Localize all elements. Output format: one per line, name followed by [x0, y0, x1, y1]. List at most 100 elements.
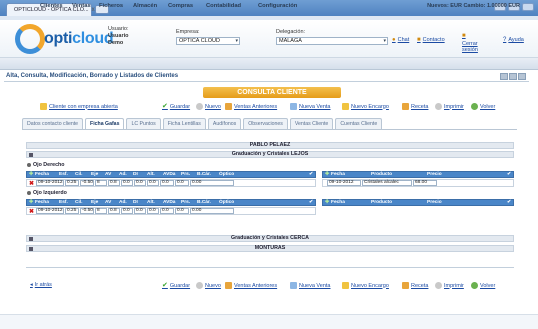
tab-lc-puntos[interactable]: LC Puntos — [126, 118, 161, 129]
cell-value[interactable]: 0.0 — [147, 180, 160, 186]
imprimir-button-bottom[interactable]: Imprimir — [435, 282, 464, 289]
close-window-button[interactable] — [522, 3, 534, 11]
cell-fecha[interactable]: 09-10-2012 — [36, 180, 65, 186]
ir-atras-link[interactable]: ◂ Ir atrás — [30, 282, 52, 288]
panel-restore-button[interactable] — [509, 73, 517, 80]
confirm-icon[interactable]: ✔ — [309, 200, 313, 205]
confirm-product-icon[interactable]: ✔ — [507, 200, 511, 205]
col-alt: Alt. — [147, 200, 155, 205]
delegacion-select[interactable]: MALAGA — [276, 37, 388, 45]
menu-compras[interactable]: Compras — [168, 3, 193, 9]
cell-value[interactable]: 0.0 — [175, 208, 190, 214]
tab-audifonos[interactable]: Audífonos — [207, 118, 242, 129]
section-lejos[interactable]: Graduación y Cristales LEJOS — [26, 151, 514, 158]
guardar-button[interactable]: ✔ Guardar — [162, 103, 190, 110]
cell-value[interactable]: 0.0 — [121, 180, 134, 186]
cell-fecha[interactable]: 09-10-2012 — [36, 208, 65, 214]
patient-name-bar: PABLO PELAEZ — [26, 142, 514, 149]
ventas-anteriores-button-bottom[interactable]: Ventas Anteriores — [225, 282, 277, 289]
cell-producto[interactable]: Cristales alcalec — [362, 180, 412, 186]
cell-value[interactable]: -0.50 — [80, 180, 95, 186]
nuevo-button-bottom[interactable]: Nuevo — [196, 282, 221, 289]
section-cerca[interactable]: Graduación y Cristales CERCA — [26, 235, 514, 242]
main-menu-bar — [0, 58, 538, 70]
receta-button[interactable]: Receta — [402, 103, 428, 110]
cell-optico[interactable]: 0.00 — [190, 208, 235, 214]
tab-observaciones[interactable]: Observaciones — [243, 118, 288, 129]
delete-row-icon[interactable]: ✖ — [29, 180, 34, 187]
add-row-icon[interactable]: ✚ — [29, 200, 33, 205]
menu-configuracion[interactable]: Configuración — [258, 3, 297, 9]
logo-ring-icon — [15, 24, 45, 54]
tab-datos-contacto[interactable]: Datos contacto cliente — [22, 118, 84, 129]
cell-value[interactable]: 0.8 — [108, 208, 121, 214]
cell-value[interactable]: -0.50 — [80, 208, 95, 214]
add-product-icon[interactable]: ✚ — [325, 172, 329, 177]
col-av: AV — [105, 200, 112, 205]
cell-value[interactable]: 0.0 — [175, 180, 190, 186]
cell-value[interactable]: 0.0 — [160, 180, 175, 186]
guardar-button-bottom[interactable]: ✔ Guardar — [162, 282, 190, 289]
empresa-select[interactable]: OPTICA CLOUD — [176, 37, 240, 45]
collapse-icon — [29, 153, 33, 157]
contacto-link[interactable]: ■ Contacto — [417, 37, 445, 43]
nuevo-button[interactable]: Nuevo — [196, 103, 221, 110]
menu-ventas[interactable]: Ventas — [72, 3, 91, 9]
cell-value[interactable]: 8 — [95, 208, 108, 214]
document-icon — [290, 103, 297, 110]
panel-close-button[interactable] — [518, 73, 526, 80]
col-ad: Ad. — [119, 172, 127, 177]
receta-button-bottom[interactable]: Receta — [402, 282, 428, 289]
confirm-product-icon[interactable]: ✔ — [507, 172, 511, 177]
col-eje: Eje — [91, 200, 99, 205]
new-icon — [196, 103, 203, 110]
cerrar-sesion-link[interactable]: ■ Cerrar sesión — [462, 33, 488, 53]
cell-optico[interactable]: 0.00 — [190, 180, 235, 186]
confirm-icon[interactable]: ✔ — [309, 172, 313, 177]
check-icon: ✔ — [162, 103, 168, 110]
cliente-empresa-link[interactable]: Cliente con empresa abierta — [40, 103, 118, 110]
volver-button-bottom[interactable]: Volver — [471, 282, 495, 289]
page-title: Alta, Consulta, Modificación, Borrado y … — [6, 73, 179, 79]
add-row-icon[interactable]: ✚ — [29, 172, 33, 177]
ventas-anteriores-button[interactable]: Ventas Anteriores — [225, 103, 277, 110]
menu-clientes[interactable]: Clientes — [40, 3, 63, 9]
table-row: ✖ 09-10-2012 0.25 -0.50 8 0.8 0.0 0.0 0.… — [26, 179, 316, 187]
tab-ventas-cliente[interactable]: Ventas Cliente — [289, 118, 334, 129]
col-esf: Esf. — [59, 172, 68, 177]
imprimir-button[interactable]: Imprimir — [435, 103, 464, 110]
chat-link[interactable]: ● Chat — [392, 37, 409, 43]
nueva-venta-button[interactable]: Nueva Venta — [290, 103, 331, 110]
menu-contabilidad[interactable]: Contabilidad — [206, 3, 241, 9]
col-cil: Cil. — [75, 172, 83, 177]
cell-value[interactable]: 0.0 — [121, 208, 134, 214]
nuevo-encargo-button[interactable]: Nuevo Encargo — [342, 103, 389, 110]
cell-value[interactable]: 0.0 — [147, 208, 160, 214]
add-product-icon[interactable]: ✚ — [325, 200, 329, 205]
cell-prod-fecha[interactable]: 09-10-2012 — [327, 180, 361, 186]
panel-minimize-button[interactable] — [500, 73, 508, 80]
section-monturas[interactable]: MONTURAS — [26, 245, 514, 252]
cell-precio[interactable]: 68.00 — [413, 180, 437, 186]
nueva-venta-button-bottom[interactable]: Nueva Venta — [290, 282, 331, 289]
cell-value[interactable]: 0.25 — [65, 180, 80, 186]
delete-row-icon[interactable]: ✖ — [29, 208, 34, 215]
volver-button[interactable]: Volver — [471, 103, 495, 110]
tab-ficha-gafas[interactable]: Ficha Gafas — [85, 118, 125, 129]
cell-value[interactable]: 8 — [95, 180, 108, 186]
col-prs: Prs. — [181, 172, 191, 177]
cell-value[interactable]: 0.0 — [134, 208, 147, 214]
help-icon: ? — [503, 37, 507, 43]
tab-ficha-lentillas[interactable]: Ficha Lentillas — [162, 118, 206, 129]
nuevo-encargo-button-bottom[interactable]: Nuevo Encargo — [342, 282, 389, 289]
expand-icon — [29, 237, 33, 241]
tab-cuentas-cliente[interactable]: Cuentas Cliente — [335, 118, 383, 129]
cell-value[interactable]: 0.25 — [65, 208, 80, 214]
product-grid-header: ✚ Fecha Producto Precio ✔ — [322, 171, 514, 178]
cell-value[interactable]: 0.8 — [108, 180, 121, 186]
cell-value[interactable]: 0.0 — [160, 208, 175, 214]
menu-ficheros[interactable]: Ficheros — [99, 3, 123, 9]
menu-almacen[interactable]: Almacén — [133, 3, 157, 9]
ayuda-link[interactable]: ? Ayuda — [503, 37, 524, 43]
cell-value[interactable]: 0.0 — [134, 180, 147, 186]
